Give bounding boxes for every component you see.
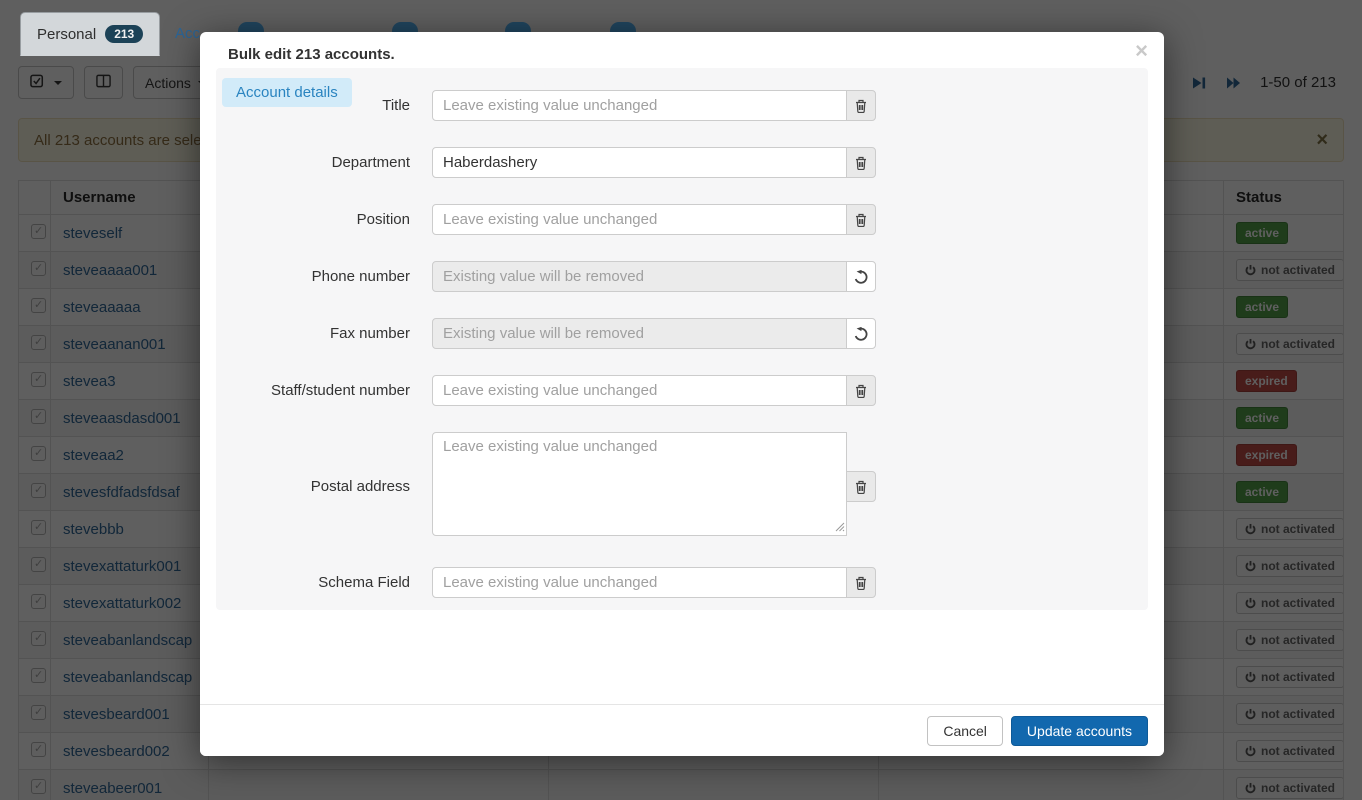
- modal-footer: Cancel Update accounts: [200, 704, 1164, 756]
- accounts-page: Actions 1-50 of 213 All 213 accounts are…: [0, 0, 1362, 800]
- field-label: Schema Field: [216, 574, 410, 591]
- postal-address-textarea[interactable]: [432, 432, 847, 536]
- undo-icon: [854, 327, 868, 341]
- department-input[interactable]: [432, 147, 847, 178]
- clear-value-button[interactable]: [846, 204, 876, 235]
- form-row: Postal address: [216, 432, 1148, 541]
- schema-field-input[interactable]: [432, 567, 847, 598]
- form-row: Department: [216, 147, 1148, 178]
- trash-icon: [855, 576, 867, 590]
- field-label: Title: [216, 97, 410, 114]
- field-label: Phone number: [216, 268, 410, 285]
- bulk-edit-modal: Bulk edit 213 accounts. × Account detail…: [200, 32, 1164, 756]
- form-row: Phone number: [216, 261, 1148, 292]
- update-accounts-button[interactable]: Update accounts: [1011, 716, 1148, 746]
- position-input[interactable]: [432, 204, 847, 235]
- field-label: Postal address: [216, 478, 410, 495]
- form-row: Title: [216, 90, 1148, 121]
- clear-value-button[interactable]: [846, 147, 876, 178]
- tab-accounts-partial[interactable]: Acc: [175, 25, 200, 42]
- form-row: Staff/student number: [216, 375, 1148, 406]
- title-input[interactable]: [432, 90, 847, 121]
- form-row: Fax number: [216, 318, 1148, 349]
- bulk-edit-form: Title Department Position Phone number Fax n…: [216, 90, 1148, 624]
- clear-value-button[interactable]: [846, 567, 876, 598]
- clear-value-button[interactable]: [846, 375, 876, 406]
- trash-icon: [855, 156, 867, 170]
- trash-icon: [855, 384, 867, 398]
- modal-title: Bulk edit 213 accounts.: [228, 46, 395, 63]
- field-label: Department: [216, 154, 410, 171]
- tab-personal-count-badge: 213: [105, 25, 143, 43]
- tab-personal[interactable]: Personal 213: [20, 12, 160, 56]
- trash-icon: [855, 99, 867, 113]
- modal-panel: Account details TitleDepartmentPositionP…: [216, 68, 1148, 610]
- undo-icon: [854, 270, 868, 284]
- cancel-button[interactable]: Cancel: [927, 716, 1003, 746]
- fax-number-input: [432, 318, 847, 349]
- restore-value-button[interactable]: [846, 318, 876, 349]
- field-label: Position: [216, 211, 410, 228]
- field-label: Staff/student number: [216, 382, 410, 399]
- modal-close-icon[interactable]: ×: [1135, 40, 1148, 62]
- form-row: Schema Field: [216, 567, 1148, 598]
- phone-number-input: [432, 261, 847, 292]
- trash-icon: [855, 213, 867, 227]
- clear-value-button[interactable]: [846, 471, 876, 502]
- clear-value-button[interactable]: [846, 90, 876, 121]
- trash-icon: [855, 480, 867, 494]
- staff-student-number-input[interactable]: [432, 375, 847, 406]
- field-label: Fax number: [216, 325, 410, 342]
- tab-personal-label: Personal: [37, 26, 96, 43]
- restore-value-button[interactable]: [846, 261, 876, 292]
- form-row: Position: [216, 204, 1148, 235]
